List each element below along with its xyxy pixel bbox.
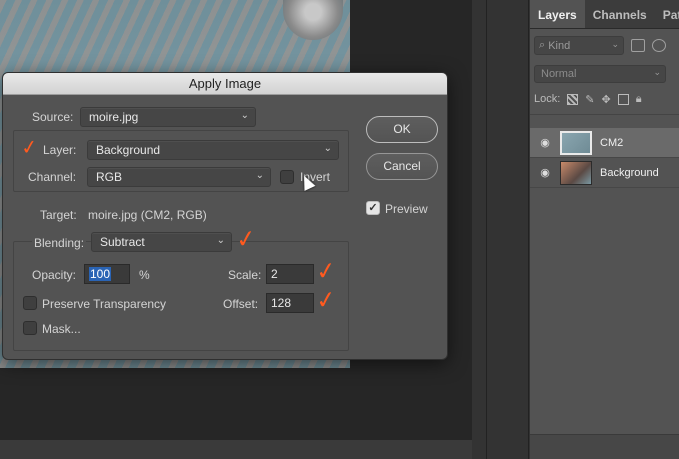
channel-label: Channel: <box>28 170 77 184</box>
preview-checkbox[interactable]: ✓ <box>366 201 380 215</box>
layers-panel: Layers Channels Paths ⌕ Kind ⌄ Normal ⌄ … <box>530 0 679 459</box>
chevron-down-icon: ⌄ <box>240 110 249 121</box>
opacity-unit: % <box>139 268 150 282</box>
photo-detail <box>283 0 343 40</box>
layer-name: Background <box>600 166 659 179</box>
channel-value: RGB <box>96 170 123 184</box>
annotation-check-mark: ✓ <box>234 223 258 255</box>
mask-checkbox[interactable] <box>23 321 37 335</box>
dialog-title: Apply Image <box>3 73 447 95</box>
brush-icon[interactable]: ✎ <box>585 93 594 106</box>
layer-select[interactable]: Background ⌄ <box>87 140 339 160</box>
kind-filter-select[interactable]: ⌕ Kind ⌄ <box>534 36 624 55</box>
source-label: Source: <box>32 110 74 124</box>
preview-label[interactable]: Preview <box>385 202 428 216</box>
image-filter-icon[interactable] <box>631 39 645 52</box>
opacity-label: Opacity: <box>32 268 77 282</box>
chevron-down-icon: ⌄ <box>611 39 619 49</box>
scale-value: 2 <box>271 267 278 281</box>
panel-gutter <box>472 0 530 459</box>
offset-input[interactable]: 128 <box>266 293 314 313</box>
blend-mode-value: Normal <box>541 68 577 80</box>
layer-row-cm2[interactable]: ◉ CM2 <box>530 128 679 158</box>
blending-select[interactable]: Subtract ⌄ <box>91 232 232 252</box>
target-value: moire.jpg (CM2, RGB) <box>88 208 207 222</box>
eye-icon[interactable]: ◉ <box>530 136 560 149</box>
layer-value: Background <box>96 143 161 157</box>
lock-icon[interactable]: 🔒︎ <box>636 93 642 106</box>
tab-channels[interactable]: Channels <box>585 0 655 28</box>
annotation-check-mark: ✓ <box>314 284 338 316</box>
channel-select[interactable]: RGB ⌄ <box>87 167 271 187</box>
layer-thumbnail <box>560 130 592 155</box>
chevron-down-icon: ⌄ <box>216 235 225 246</box>
preserve-transparency-label[interactable]: Preserve Transparency <box>42 297 166 311</box>
scale-input[interactable]: 2 <box>266 264 314 284</box>
panel-divider <box>528 0 529 459</box>
filter-row: ⌕ Kind ⌄ <box>530 29 679 62</box>
kind-filter-label: Kind <box>548 39 571 52</box>
apply-image-dialog: Apply Image Source: moire.jpg ⌄ Layer: B… <box>2 72 448 360</box>
layer-row-background[interactable]: ◉ Background <box>530 158 679 188</box>
source-value: moire.jpg <box>89 110 139 124</box>
chevron-down-icon: ⌄ <box>255 170 264 181</box>
lock-row: Lock: ✎ ✥ 🔒︎ <box>530 86 679 112</box>
lock-transparent-icon[interactable] <box>567 93 579 105</box>
search-icon: ⌕ <box>539 39 549 51</box>
move-icon[interactable]: ✥ <box>602 93 611 106</box>
tab-paths[interactable]: Paths <box>655 0 679 28</box>
chevron-down-icon: ⌄ <box>653 67 661 77</box>
source-select[interactable]: moire.jpg ⌄ <box>80 107 256 127</box>
offset-label: Offset: <box>223 297 259 311</box>
tab-layers[interactable]: Layers <box>530 0 585 28</box>
artboard-lock-icon[interactable] <box>617 93 629 105</box>
scale-label: Scale: <box>228 268 262 282</box>
blending-value: Subtract <box>100 235 145 249</box>
annotation-check-mark: ✓ <box>314 255 338 287</box>
mask-label[interactable]: Mask... <box>42 322 81 336</box>
invert-checkbox[interactable] <box>280 170 294 184</box>
panel-tabs: Layers Channels Paths <box>530 0 679 29</box>
layer-label: Layer: <box>43 143 77 157</box>
preserve-transparency-checkbox[interactable] <box>23 296 37 310</box>
opacity-input[interactable]: 100 <box>84 264 130 284</box>
layer-thumbnail <box>560 160 592 185</box>
target-label: Target: <box>40 208 77 222</box>
blending-label: Blending: <box>32 236 87 250</box>
annotation-check-mark: ✓ <box>19 133 40 161</box>
cancel-button[interactable]: Cancel <box>366 153 438 180</box>
lock-label: Lock: <box>534 93 561 105</box>
opacity-value: 100 <box>89 267 112 281</box>
adjustment-filter-icon[interactable] <box>652 39 666 52</box>
layers-panel-footer <box>530 434 679 459</box>
canvas-bottom-strip <box>0 440 472 459</box>
layer-blend-mode-select[interactable]: Normal ⌄ <box>534 65 666 83</box>
eye-icon[interactable]: ◉ <box>530 166 560 179</box>
layers-separator <box>530 114 679 115</box>
ok-button[interactable]: OK <box>366 116 438 143</box>
offset-value: 128 <box>271 296 292 310</box>
chevron-down-icon: ⌄ <box>323 143 332 154</box>
blend-mode-row: Normal ⌄ <box>530 62 679 86</box>
panel-divider <box>486 0 487 459</box>
layer-name: CM2 <box>600 136 624 149</box>
